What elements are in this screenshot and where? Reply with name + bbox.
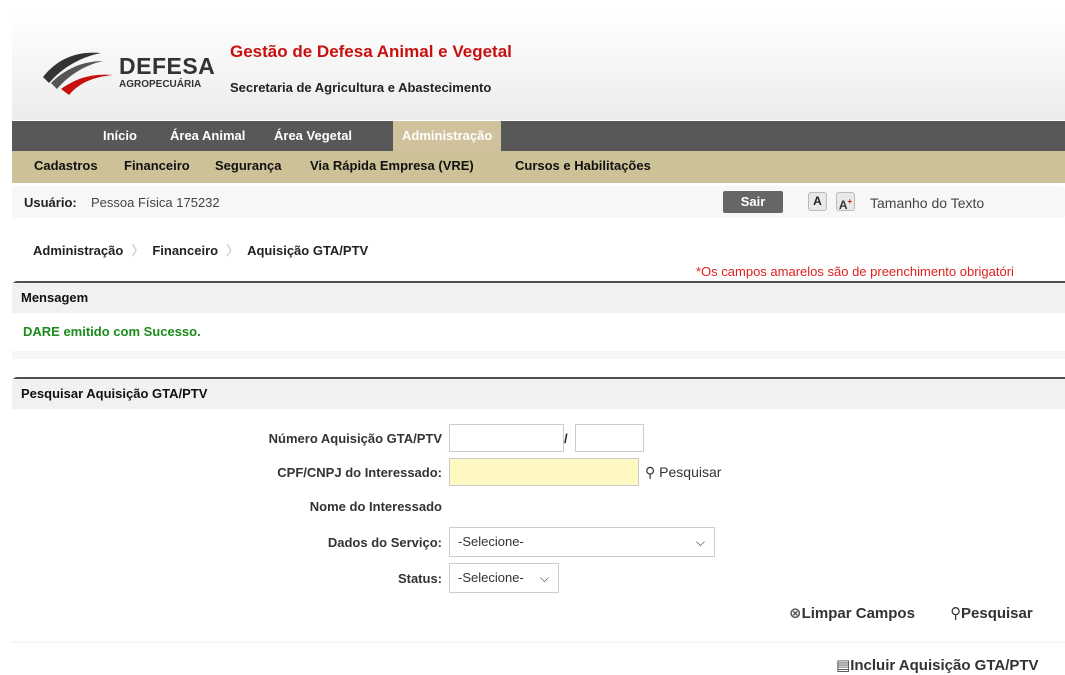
- breadcrumb-item-administracao[interactable]: Administração: [33, 243, 123, 258]
- plus-icon: +: [847, 197, 853, 206]
- chevron-down-icon: ⌵: [539, 571, 549, 585]
- user-value: Pessoa Física 175232: [91, 195, 220, 210]
- cpf-search-label: Pesquisar: [659, 464, 722, 480]
- numero-aquisicao-input[interactable]: [449, 424, 564, 452]
- main-nav: Início Área Animal Área Vegetal Administ…: [12, 121, 1065, 151]
- breadcrumb-item-aquisicao: Aquisição GTA/PTV: [247, 243, 369, 258]
- include-aquisicao-label: Incluir Aquisição GTA/PTV: [850, 657, 1039, 674]
- search-button-label: Pesquisar: [961, 605, 1033, 622]
- magnifier-icon: ⚲: [950, 605, 961, 622]
- required-fields-note: *Os campos amarelos são de preenchimento…: [696, 264, 1014, 279]
- cpf-cnpj-input[interactable]: [449, 458, 639, 486]
- numero-ano-input[interactable]: [575, 424, 644, 452]
- search-panel-title: Pesquisar Aquisição GTA/PTV: [12, 379, 1065, 409]
- chevron-down-icon: ⌵: [695, 535, 705, 549]
- font-increase-button[interactable]: A+: [836, 192, 855, 212]
- message-panel-title: Mensagem: [12, 283, 1065, 313]
- app-header: DEFESA AGROPECUÁRIA Gestão de Defesa Ani…: [12, 12, 1065, 120]
- text-size-label: Tamanho do Texto: [870, 195, 985, 211]
- status-value: -Selecione-: [458, 570, 524, 585]
- sub-nav: Cadastros Financeiro Segurança Via Rápid…: [12, 151, 1065, 183]
- status-select[interactable]: -Selecione- ⌵: [449, 563, 559, 593]
- dados-servico-label: Dados do Serviço:: [327, 535, 442, 550]
- dados-servico-select[interactable]: -Selecione- ⌵: [449, 527, 715, 557]
- logo-swoosh-icon: [43, 52, 113, 95]
- logo-text: DEFESA: [119, 53, 216, 79]
- nav-item-area-animal[interactable]: Área Animal: [170, 121, 245, 151]
- dados-servico-value: -Selecione-: [458, 534, 524, 549]
- breadcrumb-item-financeiro[interactable]: Financeiro: [152, 243, 218, 258]
- success-message: DARE emitido com Sucesso.: [12, 313, 1065, 351]
- breadcrumb-chevron-icon: 〉: [226, 243, 240, 258]
- clear-circle-icon: ⊗: [789, 605, 802, 622]
- breadcrumb-chevron-icon: 〉: [131, 243, 145, 258]
- app-subtitle: Secretaria de Agricultura e Abasteciment…: [230, 80, 492, 95]
- font-increase-label: A: [838, 198, 848, 212]
- status-label: Status:: [397, 571, 442, 586]
- subnav-item-seguranca[interactable]: Segurança: [215, 151, 281, 181]
- include-aquisicao-button[interactable]: ▤Incluir Aquisição GTA/PTV: [836, 656, 1039, 674]
- nav-item-area-vegetal[interactable]: Área Vegetal: [274, 121, 352, 151]
- user-bar: Usuário: Pessoa Física 175232 Sair A A+ …: [12, 186, 1065, 218]
- nav-item-inicio[interactable]: Início: [103, 121, 137, 151]
- numero-separator: /: [564, 431, 568, 446]
- clear-fields-label: Limpar Campos: [801, 605, 915, 622]
- nav-item-administracao[interactable]: Administração: [393, 121, 502, 151]
- cpf-search-link[interactable]: ⚲ Pesquisar: [645, 464, 721, 481]
- numero-aquisicao-label: Número Aquisição GTA/PTV: [268, 431, 442, 446]
- defesa-logo: DEFESA AGROPECUÁRIA: [39, 47, 215, 107]
- font-decrease-button[interactable]: A: [808, 192, 827, 211]
- message-panel: Mensagem DARE emitido com Sucesso.: [12, 281, 1065, 359]
- subnav-item-cadastros[interactable]: Cadastros: [34, 151, 98, 181]
- search-button[interactable]: ⚲Pesquisar: [950, 604, 1033, 622]
- subnav-item-cursos[interactable]: Cursos e Habilitações: [515, 151, 651, 181]
- logout-button[interactable]: Sair: [723, 191, 783, 213]
- nome-interessado-label: Nome do Interessado: [309, 499, 442, 514]
- new-document-icon: ▤: [836, 657, 851, 674]
- subnav-item-vre[interactable]: Via Rápida Empresa (VRE): [310, 151, 474, 181]
- user-label: Usuário:: [24, 195, 77, 210]
- app-title: Gestão de Defesa Animal e Vegetal: [230, 42, 512, 61]
- cpf-cnpj-label: CPF/CNPJ do Interessado:: [277, 465, 442, 480]
- clear-fields-button[interactable]: ⊗Limpar Campos: [789, 604, 915, 622]
- subnav-item-financeiro[interactable]: Financeiro: [124, 151, 190, 181]
- breadcrumb: Administração 〉 Financeiro 〉 Aquisição GTA/P…: [33, 240, 376, 259]
- logo-subtext: AGROPECUÁRIA: [119, 79, 202, 90]
- magnifier-icon: ⚲: [645, 464, 656, 480]
